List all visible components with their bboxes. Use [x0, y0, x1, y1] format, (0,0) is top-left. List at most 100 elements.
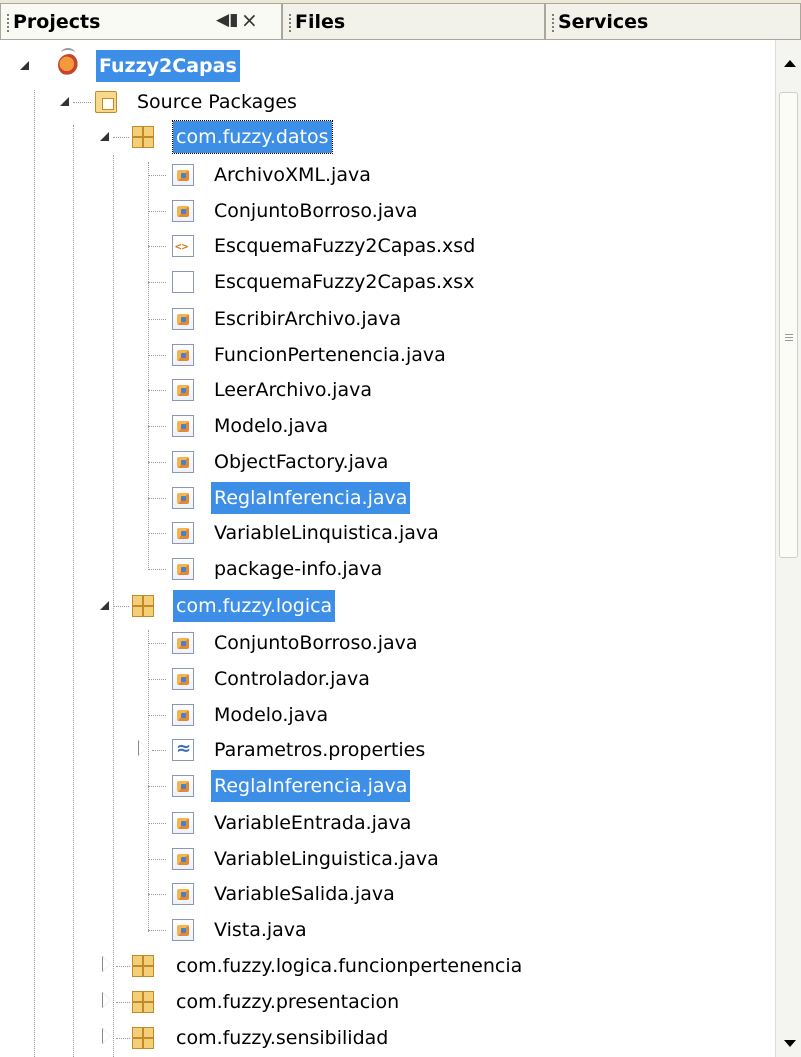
minimize-window-icon[interactable]: ◀▮: [216, 10, 238, 30]
tree-node-file[interactable]: ConjuntoBorroso.java: [0, 625, 775, 661]
java-file-icon: [172, 775, 194, 797]
package-label: com.fuzzy.presentacion: [176, 991, 400, 1013]
java-file-icon: [172, 704, 194, 726]
tree-node-package-logica[interactable]: com.fuzzy.logica: [0, 588, 775, 624]
tree-guide-line: [148, 462, 166, 463]
tree-node-file[interactable]: EscribirArchivo.java: [0, 301, 775, 337]
tree-node-package[interactable]: com.fuzzy.sensibilidad: [0, 1020, 775, 1056]
tree-node-package[interactable]: com.fuzzy.logica.funcionpertenencia: [0, 948, 775, 984]
tree-guide-line: [113, 137, 129, 138]
tree-node-file[interactable]: ReglaInferencia.java: [0, 480, 775, 516]
tree-node-file[interactable]: ArchivoXML.java: [0, 157, 775, 193]
tree-node-file[interactable]: VariableLinguistica.java: [0, 841, 775, 877]
scroll-up-arrow-icon[interactable]: [784, 60, 796, 67]
tree-node-file[interactable]: ReglaInferencia.java: [0, 768, 775, 804]
java-file-icon: [172, 344, 194, 366]
tree-node-file[interactable]: Modelo.java: [0, 408, 775, 444]
file-label: Modelo.java: [214, 415, 329, 437]
file-label: EscquemaFuzzy2Capas.xsx: [214, 271, 475, 293]
tree-node-file[interactable]: ConjuntoBorroso.java: [0, 193, 775, 229]
explorer-tab-bar: Projects ◀▮ × Files Services: [0, 0, 801, 40]
file-label: ArchivoXML.java: [214, 164, 371, 186]
expand-arrow-icon[interactable]: [102, 956, 111, 972]
file-label: VariableLinquistica.java: [214, 522, 439, 544]
scroll-down-arrow-icon[interactable]: [784, 1040, 796, 1047]
tree-node-file[interactable]: Modelo.java: [0, 697, 775, 733]
scrollbar-thumb[interactable]: [779, 92, 798, 558]
tree-guide-line: [148, 823, 166, 824]
tree-node-file[interactable]: VariableSalida.java: [0, 876, 775, 912]
expand-arrow-icon[interactable]: [138, 740, 147, 756]
tree-node-file[interactable]: EscquemaFuzzy2Capas.xsx: [0, 264, 775, 300]
tree-node-package-datos[interactable]: com.fuzzy.datos: [0, 119, 775, 155]
collapse-arrow-icon[interactable]: [20, 61, 29, 70]
collapse-arrow-icon[interactable]: [60, 97, 69, 106]
project-icon: [58, 48, 80, 76]
tree-guide-line: [148, 175, 166, 176]
file-label: FuncionPertenencia.java: [214, 344, 446, 366]
expand-arrow-icon[interactable]: [102, 1028, 111, 1044]
java-file-icon: [172, 379, 194, 401]
tab-projects[interactable]: Projects ◀▮ ×: [0, 3, 282, 40]
tree-guide-line: [148, 679, 166, 680]
tree-node-file[interactable]: package-info.java: [0, 551, 775, 587]
file-label: VariableEntrada.java: [214, 812, 412, 834]
drag-grip-icon[interactable]: [289, 14, 291, 34]
tree-guide-line: [116, 966, 130, 967]
file-label: Modelo.java: [214, 704, 329, 726]
tree-guide-line: [148, 355, 166, 356]
package-icon: [132, 126, 154, 148]
file-label: EscribirArchivo.java: [214, 308, 402, 330]
tree-guide-line: [148, 282, 166, 283]
drag-grip-icon[interactable]: [7, 14, 9, 34]
tree-guide-line: [148, 786, 166, 787]
tree-guide-line: [148, 643, 166, 644]
tree-guide-line: [148, 319, 166, 320]
project-tree[interactable]: Fuzzy2Capas Source Packages com.fuzzy.da…: [0, 40, 775, 1057]
collapse-arrow-icon[interactable]: [100, 132, 109, 141]
drag-grip-icon[interactable]: [552, 14, 554, 34]
package-icon: [132, 595, 154, 617]
file-label: ConjuntoBorroso.java: [214, 200, 418, 222]
tree-node-package[interactable]: com.fuzzy.presentacion: [0, 984, 775, 1020]
tab-files-label: Files: [295, 11, 346, 33]
source-packages-icon: [95, 91, 117, 113]
tree-node-file[interactable]: LeerArchivo.java: [0, 372, 775, 408]
package-label: com.fuzzy.sensibilidad: [176, 1027, 389, 1049]
file-label: Controlador.java: [214, 668, 370, 690]
java-file-icon: [172, 919, 194, 941]
tree-node-file[interactable]: Vista.java: [0, 912, 775, 948]
source-packages-label: Source Packages: [137, 91, 297, 113]
vertical-scrollbar[interactable]: [775, 40, 801, 1057]
package-icon: [132, 1027, 154, 1049]
tree-node-file[interactable]: ObjectFactory.java: [0, 444, 775, 480]
file-label: ReglaInferencia.java: [211, 770, 411, 802]
tree-node-file[interactable]: VariableLinquistica.java: [0, 515, 775, 551]
tree-node-file[interactable]: Controlador.java: [0, 661, 775, 697]
tree-node-file[interactable]: FuncionPertenencia.java: [0, 337, 775, 373]
tree-node-file[interactable]: VariableEntrada.java: [0, 805, 775, 841]
tree-guide-line: [148, 930, 166, 931]
properties-file-icon: [172, 738, 194, 761]
package-icon: [132, 955, 154, 977]
tree-guide-line: [148, 859, 166, 860]
close-tab-icon[interactable]: ×: [241, 8, 258, 32]
tab-services[interactable]: Services: [545, 3, 801, 40]
tree-node-project[interactable]: Fuzzy2Capas: [0, 48, 775, 84]
collapse-arrow-icon[interactable]: [100, 601, 109, 610]
java-file-icon: [172, 164, 194, 186]
project-label: Fuzzy2Capas: [96, 50, 240, 82]
tab-files[interactable]: Files: [282, 3, 545, 40]
tree-node-source-packages[interactable]: Source Packages: [0, 84, 775, 120]
tree-guide-line: [148, 498, 166, 499]
tree-node-file[interactable]: EscquemaFuzzy2Capas.xsd: [0, 228, 775, 264]
expand-arrow-icon[interactable]: [102, 992, 111, 1008]
tree-node-file[interactable]: Parametros.properties: [0, 732, 775, 768]
file-label: VariableLinguistica.java: [214, 848, 439, 870]
file-label: VariableSalida.java: [214, 883, 395, 905]
tree-guide-line: [116, 1038, 130, 1039]
tree-guide-line: [148, 246, 166, 247]
tree-guide-line: [152, 750, 166, 751]
java-file-icon: [172, 200, 194, 222]
tab-projects-label: Projects: [13, 11, 101, 33]
